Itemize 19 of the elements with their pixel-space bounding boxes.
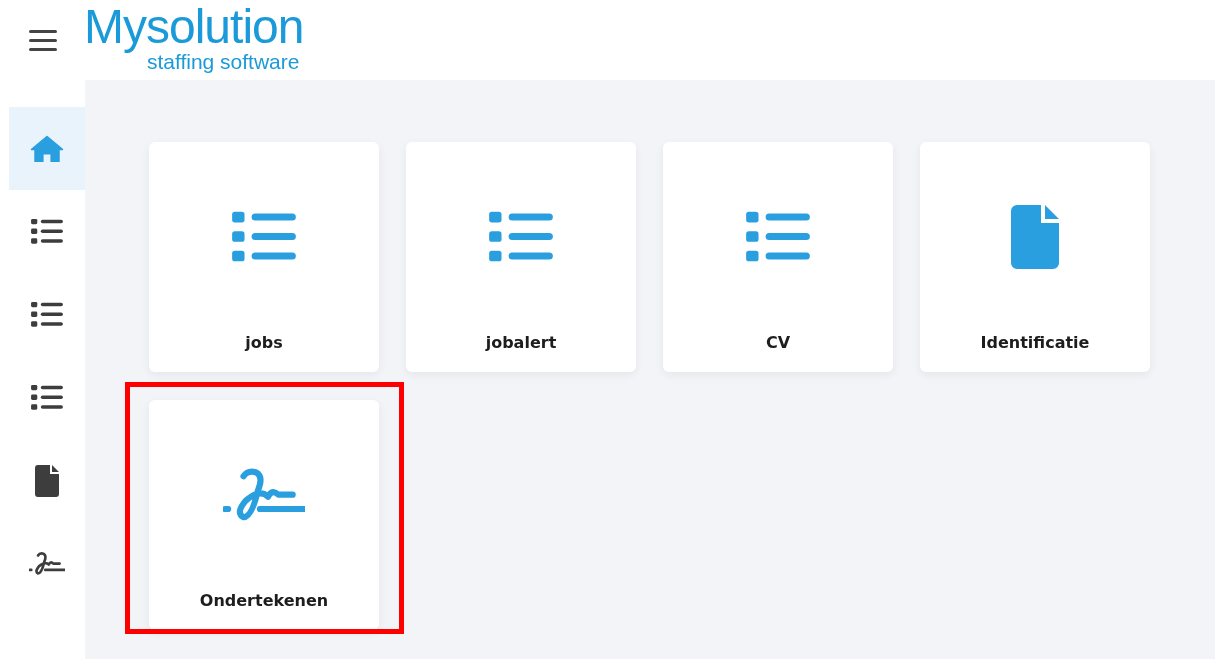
file-icon	[35, 464, 59, 497]
list-icon	[31, 384, 63, 411]
home-icon	[30, 134, 64, 163]
tile-button[interactable]: jobalert	[406, 142, 636, 372]
list-icon	[31, 301, 63, 328]
tile-button[interactable]: jobs	[149, 142, 379, 372]
logo-title: Mysolution	[84, 2, 304, 51]
list-icon	[31, 218, 63, 245]
logo-subtitle: staffing software	[146, 50, 300, 72]
tile-button[interactable]: CV	[663, 142, 893, 372]
list-icon	[489, 210, 553, 264]
signature-icon	[29, 550, 65, 577]
list-icon	[232, 210, 296, 264]
file-icon	[1011, 205, 1059, 269]
list-icon	[746, 210, 810, 264]
menu-button[interactable]	[28, 28, 58, 52]
menu-icon	[28, 28, 58, 52]
tile-button[interactable]: Ondertekenen	[149, 400, 379, 630]
tile-button[interactable]: Identificatie	[920, 142, 1150, 372]
